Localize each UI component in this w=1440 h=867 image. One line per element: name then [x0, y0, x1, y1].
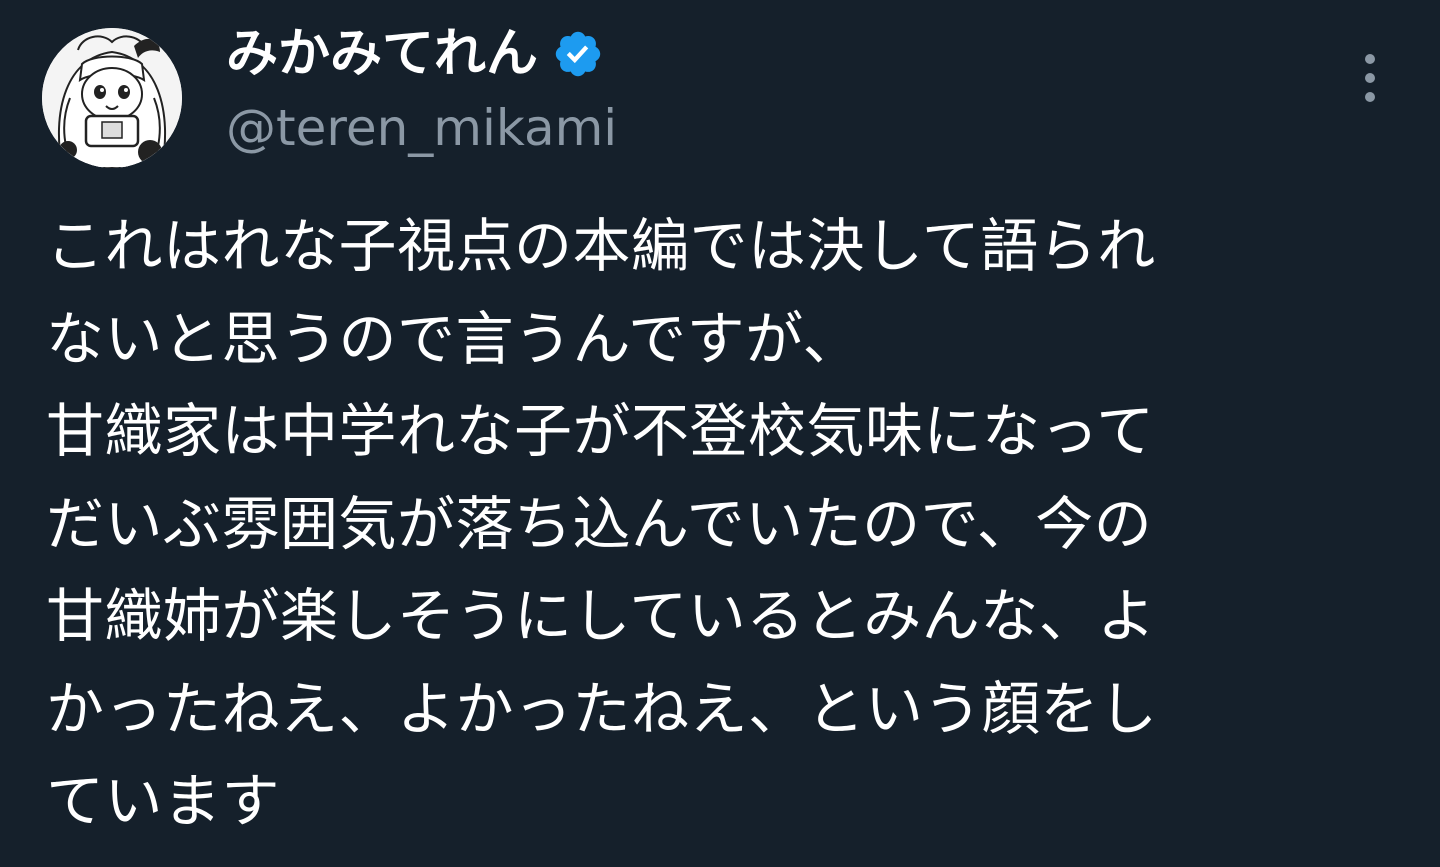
- tweet-text-line: 甘織姉が楽しそうにしているとみんな、よ: [46, 582, 1156, 650]
- user-handle[interactable]: @teren_mikami: [226, 96, 617, 160]
- more-dot: [1365, 92, 1375, 102]
- tweet-card: みかみてれん @teren_mikami これはれな子視点の本編では決して語られ…: [0, 0, 1440, 867]
- display-name[interactable]: みかみてれん: [226, 18, 538, 90]
- anime-girl-avatar-icon: [42, 28, 182, 168]
- tweet-text-line: だいぶ雰囲気が落ち込んでいたので、今の: [46, 489, 1153, 558]
- tweet-text-line: 甘織家は中学れな子が不登校気味になって: [46, 397, 1155, 465]
- avatar[interactable]: [42, 28, 182, 168]
- display-name-row: みかみてれん: [226, 18, 604, 90]
- more-dot: [1365, 73, 1375, 83]
- more-vertical-icon: [1365, 54, 1375, 102]
- more-dot: [1365, 54, 1375, 64]
- tweet-text-line: ています: [46, 767, 281, 835]
- tweet-text-line: かったねえ、よかったねえ、という顔をし: [46, 674, 1158, 743]
- more-options-button[interactable]: [1346, 50, 1394, 106]
- tweet-text-line: ないと思うので言うんですが、: [46, 304, 861, 373]
- verified-badge-icon: [555, 31, 601, 77]
- tweet-text: これはれな子視点の本編では決して語られ ないと思うので言うんですが、 甘織家は中…: [46, 200, 1416, 848]
- tweet-text-line: これはれな子視点の本編では決して語られ: [46, 212, 1156, 280]
